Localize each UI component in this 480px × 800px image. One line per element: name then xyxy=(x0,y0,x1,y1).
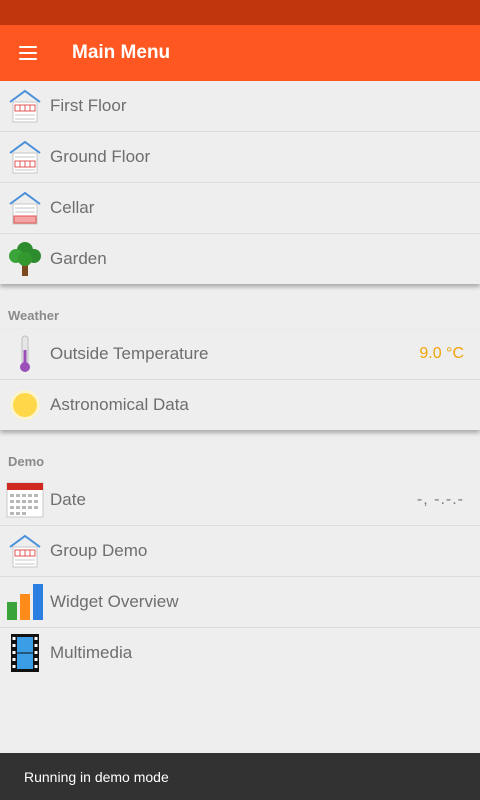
tree-icon xyxy=(0,234,50,285)
menu-item-label: Garden xyxy=(50,249,107,268)
house-icon xyxy=(0,81,50,132)
status-bar xyxy=(0,0,480,25)
page-title: Main Menu xyxy=(72,42,171,63)
demo-card: Date -, -.-.- Group Demo Widget Overview… xyxy=(0,475,480,678)
menu-item-cellar[interactable]: Cellar xyxy=(0,183,480,234)
menu-item-label: Outside Temperature xyxy=(50,344,209,363)
menu-item-date[interactable]: Date -, -.-.- xyxy=(0,475,480,526)
menu-item-label: Date xyxy=(50,490,86,509)
menu-item-label: Widget Overview xyxy=(50,592,179,611)
menu-item-widget-overview[interactable]: Widget Overview xyxy=(0,577,480,628)
menu-item-label: Cellar xyxy=(50,198,95,217)
menu-item-group-demo[interactable]: Group Demo xyxy=(0,526,480,577)
menu-item-outside-temperature[interactable]: Outside Temperature 9.0 °C xyxy=(0,329,480,380)
film-icon xyxy=(0,628,50,679)
snackbar: Running in demo mode xyxy=(0,753,480,800)
menu-button[interactable] xyxy=(0,25,56,81)
hamburger-icon xyxy=(19,46,37,60)
menu-item-label: Multimedia xyxy=(50,643,133,662)
date-value: -, -.-.- xyxy=(416,491,464,508)
menu-item-label: Group Demo xyxy=(50,541,148,560)
menu-item-label: First Floor xyxy=(50,96,127,115)
weather-card: Outside Temperature 9.0 °C Astronomical … xyxy=(0,329,480,430)
bar-chart-icon xyxy=(0,577,50,628)
calendar-icon xyxy=(0,475,50,526)
sun-icon xyxy=(0,380,50,431)
menu-item-ground-floor[interactable]: Ground Floor xyxy=(0,132,480,183)
menu-item-label: Ground Floor xyxy=(50,147,151,166)
thermometer-icon xyxy=(0,329,50,380)
house-icon xyxy=(0,183,50,234)
section-header-weather: Weather xyxy=(8,308,60,323)
menu-item-label: Astronomical Data xyxy=(50,395,189,414)
menu-item-multimedia[interactable]: Multimedia xyxy=(0,628,480,678)
house-icon xyxy=(0,132,50,183)
app-bar: Main Menu xyxy=(0,25,480,81)
menu-item-first-floor[interactable]: First Floor xyxy=(0,81,480,132)
menu-item-astronomical-data[interactable]: Astronomical Data xyxy=(0,380,480,430)
menu-item-garden[interactable]: Garden xyxy=(0,234,480,284)
main-content: First Floor Ground Floor Cellar Garden W… xyxy=(0,81,480,678)
snackbar-message: Running in demo mode xyxy=(24,768,169,785)
section-header-demo: Demo xyxy=(8,454,45,469)
temperature-value: 9.0 °C xyxy=(419,345,464,362)
main-menu-card: First Floor Ground Floor Cellar Garden xyxy=(0,81,480,284)
house-icon xyxy=(0,526,50,577)
